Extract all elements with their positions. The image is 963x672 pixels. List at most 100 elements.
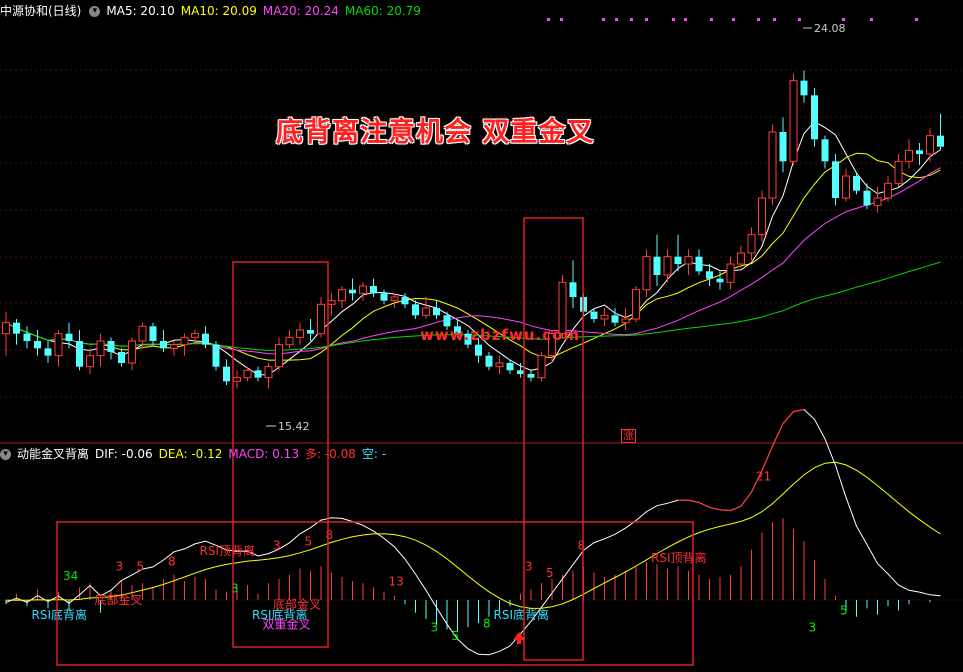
signal-label: 21 bbox=[756, 469, 771, 483]
candle-body bbox=[307, 330, 314, 334]
indicator-settings-icon[interactable]: ▾ bbox=[0, 449, 11, 460]
candle-body bbox=[401, 297, 409, 305]
macd-value: MACD: 0.13 bbox=[228, 447, 299, 461]
candle-body bbox=[779, 132, 787, 162]
candle-body bbox=[412, 304, 419, 316]
signal-dot bbox=[602, 18, 605, 21]
headline-annotation: 底背离注意机会 双重金叉 bbox=[276, 117, 595, 148]
candle-body bbox=[789, 80, 798, 162]
candle-body bbox=[653, 256, 661, 275]
candle-body bbox=[894, 160, 903, 184]
signal-label: 34 bbox=[63, 569, 78, 583]
signal-label: 5 bbox=[546, 566, 554, 580]
signal-dot bbox=[672, 18, 675, 21]
candle-body bbox=[926, 135, 934, 155]
candle-body bbox=[359, 285, 367, 294]
candle-body bbox=[495, 362, 504, 368]
max-price-label: 24.08 bbox=[814, 22, 846, 35]
candle-body bbox=[475, 344, 482, 356]
candle-body bbox=[254, 370, 262, 378]
candle-body bbox=[160, 341, 167, 349]
candle-body bbox=[86, 355, 94, 368]
candle-body bbox=[506, 363, 514, 371]
candle-body bbox=[674, 256, 682, 264]
candle-body bbox=[621, 318, 630, 324]
candle-body bbox=[285, 336, 294, 346]
candle-body bbox=[223, 366, 230, 382]
indicator-title[interactable]: 动能金叉背离 bbox=[17, 447, 89, 461]
candle-body bbox=[54, 333, 63, 357]
candle-body bbox=[632, 289, 640, 320]
signal-label: 3 bbox=[116, 560, 124, 574]
candle-body bbox=[884, 182, 892, 199]
signal-dot bbox=[757, 18, 760, 21]
candle-body bbox=[737, 252, 745, 265]
candle-body bbox=[443, 315, 451, 327]
settings-circle-icon[interactable]: ▾ bbox=[89, 6, 101, 17]
signal-label: 8 bbox=[483, 616, 491, 630]
candle-body bbox=[338, 289, 346, 302]
signal-label: 8 bbox=[168, 554, 176, 568]
ma10-value: MA10: 20.09 bbox=[180, 4, 257, 18]
kong-value: 空: - bbox=[361, 447, 387, 461]
signal-label: 8 bbox=[578, 539, 586, 553]
signal-dot bbox=[560, 18, 563, 21]
candle-body bbox=[706, 271, 713, 279]
ma5-value: MA5: 20.10 bbox=[106, 4, 175, 18]
candle-body bbox=[537, 355, 546, 379]
signal-label: 13 bbox=[389, 574, 404, 588]
ma60-value: MA60: 20.79 bbox=[344, 4, 421, 18]
signal-dot bbox=[547, 18, 550, 21]
candle-body bbox=[96, 340, 105, 357]
signal-label: 5 bbox=[452, 629, 460, 643]
signal-dot bbox=[630, 18, 633, 21]
candle-body bbox=[590, 311, 598, 319]
duo-value: 多: -0.08 bbox=[304, 447, 356, 461]
candle-body bbox=[149, 326, 157, 341]
signal-label: RSI顶背离 bbox=[200, 543, 256, 558]
candle-body bbox=[128, 340, 136, 364]
candle-body bbox=[611, 315, 619, 323]
ma20-value: MA20: 20.24 bbox=[262, 4, 339, 18]
candle-body bbox=[317, 303, 325, 335]
candle-body bbox=[758, 197, 766, 236]
signal-dot bbox=[732, 18, 735, 21]
candle-body bbox=[76, 341, 83, 367]
candle-body bbox=[937, 135, 944, 147]
stock-title[interactable]: 中源协和(日线) bbox=[0, 4, 81, 18]
signal-dots bbox=[547, 18, 918, 21]
candle-body bbox=[716, 278, 724, 283]
signal-label: 3 bbox=[525, 560, 533, 574]
candle-body bbox=[663, 256, 672, 276]
signal-label: 底部金叉 bbox=[95, 592, 143, 607]
candle-body bbox=[296, 329, 304, 338]
candle-body bbox=[138, 325, 147, 342]
up-arrow-icon bbox=[513, 632, 525, 644]
signal-dot bbox=[615, 18, 618, 21]
candle-body bbox=[433, 308, 440, 316]
signal-label: 5 bbox=[137, 560, 145, 574]
signal-label: 3 bbox=[273, 539, 281, 553]
signal-dot bbox=[842, 18, 845, 21]
watermark-text: www.zbzfwu.com bbox=[420, 326, 581, 344]
signal-label: RSI底背离 bbox=[494, 607, 550, 622]
signal-label: 底部金叉 bbox=[273, 596, 321, 611]
candle-body bbox=[275, 344, 283, 368]
candle-body bbox=[191, 333, 199, 338]
candle-body bbox=[821, 139, 829, 162]
candle-body bbox=[863, 190, 871, 206]
signal-label: 5 bbox=[305, 534, 313, 548]
candle-body bbox=[243, 369, 252, 379]
candle-body bbox=[726, 263, 735, 283]
candle-body bbox=[118, 352, 125, 363]
signal-dot bbox=[915, 18, 918, 21]
candle-body bbox=[811, 95, 818, 140]
candle-body bbox=[517, 370, 524, 374]
zhang-badge: 涨 bbox=[621, 429, 636, 443]
candle-body bbox=[202, 333, 209, 345]
candle-body bbox=[905, 149, 913, 162]
candle-body bbox=[65, 333, 73, 341]
candle-body bbox=[327, 300, 336, 305]
candle-body bbox=[107, 341, 115, 352]
candle-body bbox=[873, 197, 882, 206]
